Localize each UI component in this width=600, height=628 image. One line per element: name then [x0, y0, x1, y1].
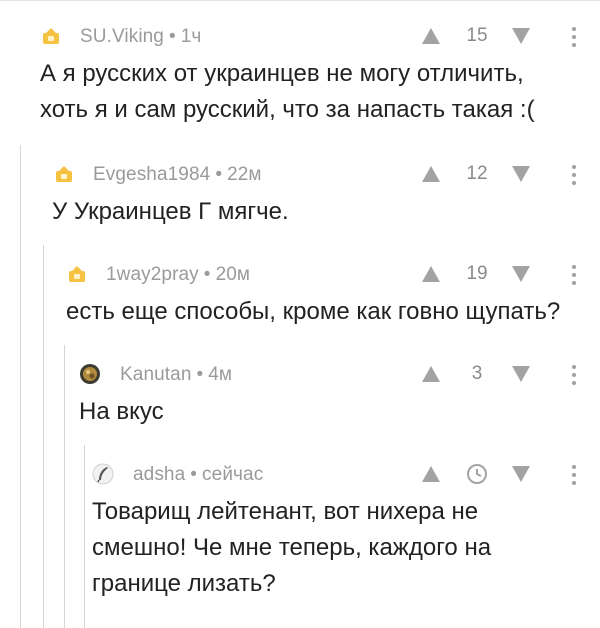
upvote-icon[interactable]: [420, 263, 442, 285]
default-avatar-icon[interactable]: [66, 263, 88, 285]
more-options-icon[interactable]: [566, 163, 582, 187]
top-divider: [0, 0, 600, 1]
comment-text: А я русских от украинцев не могу отличит…: [40, 56, 535, 128]
comment-text-line: А я русских от украинцев не могу отличит…: [40, 60, 524, 87]
user-photo-avatar[interactable]: [79, 363, 101, 385]
quill-avatar-icon[interactable]: [92, 463, 114, 485]
comment: 1way2pray • 20м 19 есть еще способы, кроме…: [0, 260, 600, 330]
meta-separator: •: [215, 164, 223, 185]
default-avatar-icon[interactable]: [53, 163, 75, 185]
comment: Kanutan • 4м 3 На вкус: [0, 360, 600, 430]
author-name[interactable]: adsha: [133, 464, 185, 485]
comment-meta: Evgesha1984 • 22м: [93, 164, 262, 186]
more-options-icon[interactable]: [566, 263, 582, 287]
vote-score: 3: [471, 363, 483, 384]
comment-meta: SU.Viking • 1ч: [80, 26, 201, 48]
comment-header: Evgesha1984 • 22м 12: [0, 160, 600, 190]
author-name[interactable]: Kanutan: [120, 364, 192, 385]
meta-separator: •: [196, 364, 204, 385]
comment-time: 1ч: [180, 26, 202, 47]
upvote-icon[interactable]: [420, 163, 442, 185]
downvote-icon[interactable]: [510, 25, 532, 47]
comment-text-line: хоть я и сам русский, что за напасть так…: [40, 96, 535, 123]
more-options-icon[interactable]: [566, 25, 582, 49]
downvote-icon[interactable]: [510, 263, 532, 285]
comment-text: У Украинцев Г мягче.: [52, 194, 289, 230]
more-options-icon[interactable]: [566, 363, 582, 387]
comment-text-line: У Украинцев Г мягче.: [52, 198, 289, 225]
comment: SU.Viking • 1ч 15 А я русских от украинцев…: [0, 22, 600, 132]
vote-score: 19: [466, 263, 488, 284]
comment-time: 20м: [215, 264, 251, 285]
meta-separator: •: [203, 264, 211, 285]
meta-separator: •: [190, 464, 198, 485]
comment: adsha • сейчас Товарищ лейтенант, вот нихе…: [0, 460, 600, 610]
comment-text: есть еще способы, кроме как говно щупать…: [66, 294, 560, 330]
comment-header: SU.Viking • 1ч 15: [0, 22, 600, 52]
comment-time: сейчас: [202, 464, 264, 485]
clock-icon: [467, 464, 487, 484]
more-options-icon[interactable]: [566, 463, 582, 487]
comment-header: 1way2pray • 20м 19: [0, 260, 600, 290]
comment-text: На вкус: [79, 394, 164, 430]
meta-separator: •: [168, 26, 176, 47]
author-name[interactable]: 1way2pray: [106, 264, 199, 285]
default-avatar-icon[interactable]: [40, 25, 62, 47]
comment-header: Kanutan • 4м 3: [0, 360, 600, 390]
comment-meta: 1way2pray • 20м: [106, 264, 250, 286]
comment-text-line: границе лизать?: [92, 570, 276, 597]
comment-time: 22м: [227, 164, 262, 185]
vote-score: 15: [466, 25, 488, 46]
downvote-icon[interactable]: [510, 463, 532, 485]
downvote-icon[interactable]: [510, 363, 532, 385]
author-name[interactable]: Evgesha1984: [93, 164, 210, 185]
upvote-icon[interactable]: [420, 463, 442, 485]
comment-text-line: На вкус: [79, 398, 164, 425]
comment-meta: adsha • сейчас: [133, 464, 263, 486]
downvote-icon[interactable]: [510, 163, 532, 185]
comment-meta: Kanutan • 4м: [120, 364, 232, 386]
author-name[interactable]: SU.Viking: [80, 26, 164, 47]
comment: Evgesha1984 • 22м 12 У Украинцев Г мягче.: [0, 160, 600, 230]
comment-header: adsha • сейчас: [0, 460, 600, 490]
upvote-icon[interactable]: [420, 25, 442, 47]
comment-time: 4м: [208, 364, 233, 385]
comment-text-line: Товарищ лейтенант, вот нихера не: [92, 498, 479, 525]
comment-text: Товарищ лейтенант, вот нихера не смешно!…: [92, 494, 491, 602]
comment-text-line: есть еще способы, кроме как говно щупать…: [66, 298, 561, 325]
comment-text-line: смешно! Че мне теперь, каждого на: [92, 534, 492, 561]
upvote-icon[interactable]: [420, 363, 442, 385]
vote-score: 12: [466, 163, 488, 184]
